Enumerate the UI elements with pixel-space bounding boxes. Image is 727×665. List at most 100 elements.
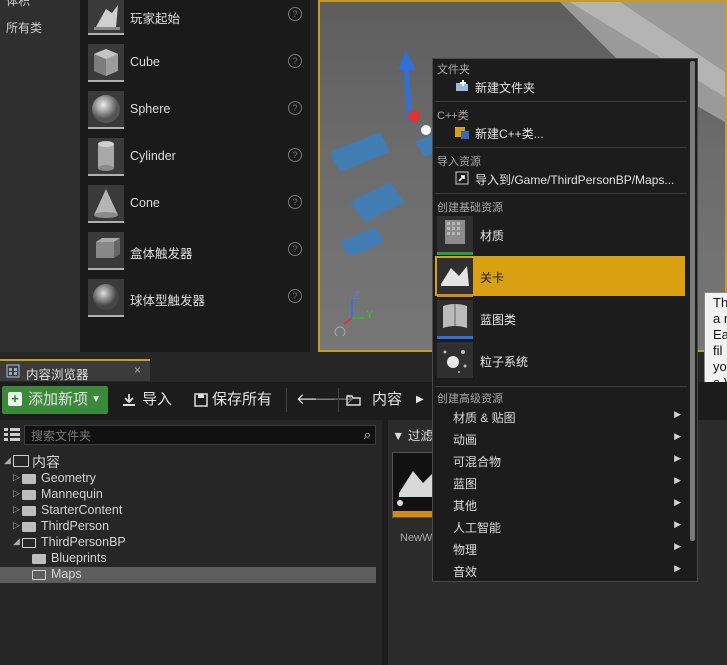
- menu-separator: [435, 386, 687, 387]
- expand-arrow-icon[interactable]: ◢: [4, 455, 11, 466]
- content-browser-icon: [6, 364, 20, 378]
- asset-type-bar: [393, 511, 437, 517]
- folder-search-input[interactable]: [29, 427, 353, 445]
- level-icon: [437, 258, 473, 297]
- panel-splitter[interactable]: [310, 0, 318, 352]
- collapse-arrow-icon[interactable]: ▷: [13, 472, 20, 483]
- folder-search-box: ⌕: [24, 425, 376, 445]
- sphere-trigger-icon: [88, 279, 124, 317]
- actor-item-cube[interactable]: Cube ?: [86, 42, 308, 86]
- tree-item-thirdpersonbp[interactable]: ◢ ThirdPersonBP: [0, 535, 376, 551]
- collapse-arrow-icon[interactable]: ▷: [13, 504, 20, 515]
- folder-icon: [32, 554, 46, 564]
- particle-system-icon: [437, 342, 473, 378]
- help-icon[interactable]: ?: [288, 195, 302, 209]
- path-root-button[interactable]: 内容 ▶: [344, 386, 434, 414]
- submenu-artificial-intelligence[interactable]: 人工智能 ▶: [435, 515, 687, 537]
- menu-item-particle-system[interactable]: 粒子系统: [435, 340, 685, 380]
- submenu-sounds[interactable]: 音效 ▶: [435, 559, 687, 581]
- actor-list: 玩家起始 ? Cube ? Sphere ? Cylinder ? Cone ?…: [80, 0, 310, 352]
- submenu-arrow-icon: ▶: [674, 453, 681, 463]
- import-icon: [123, 394, 135, 406]
- tree-item-blueprints[interactable]: Blueprints: [0, 551, 376, 567]
- folder-open-icon: [32, 570, 46, 580]
- sources-toggle-icon[interactable]: [4, 428, 20, 442]
- tab-content-browser[interactable]: 内容浏览器 ×: [0, 359, 150, 382]
- save-all-button[interactable]: 保存所有: [192, 386, 282, 414]
- submenu-arrow-icon: ▶: [674, 519, 681, 529]
- tree-item-mannequin[interactable]: ▷ Mannequin: [0, 487, 376, 503]
- menu-item-import-to[interactable]: 导入到/Game/ThirdPersonBP/Maps...: [435, 167, 687, 189]
- tree-item-startercontent[interactable]: ▷ StarterContent: [0, 503, 376, 519]
- collapse-arrow-icon[interactable]: ▷: [13, 520, 20, 531]
- import-button[interactable]: 导入: [120, 386, 180, 414]
- category-all-classes[interactable]: 所有类: [6, 19, 42, 36]
- submenu-animation[interactable]: 动画 ▶: [435, 427, 687, 449]
- folder-open-icon: [22, 538, 36, 548]
- submenu-miscellaneous[interactable]: 其他 ▶: [435, 493, 687, 515]
- folder-icon: [22, 474, 36, 484]
- help-icon[interactable]: ?: [288, 54, 302, 68]
- new-folder-icon: [456, 80, 468, 91]
- axis-gizmo: Z Y: [332, 290, 374, 338]
- section-header-advanced-assets: 创建高级资源: [437, 393, 503, 405]
- caret-down-icon: ▼: [91, 394, 101, 405]
- category-volumes[interactable]: 体积: [6, 0, 30, 9]
- save-icon: [194, 393, 208, 407]
- tooltip-line: Th: [713, 295, 727, 310]
- actor-item-player-start[interactable]: 玩家起始 ?: [86, 0, 308, 39]
- submenu-arrow-icon: ▶: [674, 475, 681, 485]
- toolbar-divider: [286, 388, 287, 412]
- collapse-arrow-icon[interactable]: ▷: [13, 488, 20, 499]
- category-column: 体积 所有类: [0, 0, 80, 352]
- submenu-blendables[interactable]: 可混合物 ▶: [435, 449, 687, 471]
- submenu-arrow-icon: ▶: [674, 563, 681, 573]
- axis-z-label: Z: [353, 290, 360, 302]
- help-icon[interactable]: ?: [288, 101, 302, 115]
- tooltip-line: Ea: [713, 327, 727, 342]
- tree-item-content[interactable]: ◢ 内容: [0, 452, 376, 470]
- help-icon[interactable]: ?: [288, 289, 302, 303]
- menu-item-new-folder[interactable]: 新建文件夹: [435, 75, 687, 97]
- menu-separator: [435, 193, 687, 194]
- tree-item-thirdperson[interactable]: ▷ ThirdPerson: [0, 519, 376, 535]
- folder-icon: [22, 522, 36, 532]
- menu-item-material[interactable]: 材质: [435, 214, 685, 255]
- help-icon[interactable]: ?: [288, 242, 302, 256]
- import-arrow-icon: [455, 171, 469, 185]
- tooltip-line: a n: [713, 311, 727, 326]
- help-icon[interactable]: ?: [288, 148, 302, 162]
- actor-item-sphere[interactable]: Sphere ?: [86, 89, 308, 133]
- menu-scrollbar[interactable]: [690, 61, 695, 541]
- menu-item-new-cpp-class[interactable]: 新建C++类...: [435, 121, 687, 143]
- menu-item-blueprint-class[interactable]: 蓝图类: [435, 298, 685, 339]
- chevron-right-icon[interactable]: ▶: [416, 386, 424, 414]
- tree-item-maps[interactable]: Maps: [0, 567, 376, 583]
- menu-item-level[interactable]: 关卡: [435, 256, 685, 297]
- actor-item-box-trigger[interactable]: 盒体触发器 ?: [86, 230, 308, 274]
- blueprint-class-icon: [437, 300, 473, 339]
- actor-item-cylinder[interactable]: Cylinder ?: [86, 136, 308, 180]
- submenu-materials-textures[interactable]: 材质 & 贴图 ▶: [435, 405, 687, 427]
- folder-open-icon: [346, 395, 361, 406]
- context-menu: 文件夹 新建文件夹 C++类 新建C++类... 导入资源 导入到/Game/T…: [432, 58, 698, 582]
- tree-item-geometry[interactable]: ▷ Geometry: [0, 471, 376, 487]
- submenu-physics[interactable]: 物理 ▶: [435, 537, 687, 559]
- submenu-arrow-icon: ▶: [674, 431, 681, 441]
- submenu-arrow-icon: ▶: [674, 541, 681, 551]
- submenu-arrow-icon: ▶: [674, 497, 681, 507]
- submenu-blueprints[interactable]: 蓝图 ▶: [435, 471, 687, 493]
- search-icon[interactable]: ⌕: [364, 427, 371, 443]
- actor-item-sphere-trigger[interactable]: 球体型触发器 ?: [86, 277, 308, 321]
- material-icon: [437, 216, 473, 255]
- folder-icon: [22, 506, 36, 516]
- cylinder-icon: [88, 138, 124, 176]
- tooltip-line: yo: [713, 359, 727, 374]
- expand-arrow-icon[interactable]: ◢: [13, 536, 20, 547]
- actor-item-cone[interactable]: Cone ?: [86, 183, 308, 227]
- add-new-button[interactable]: + 添加新项 ▼: [2, 386, 108, 414]
- axis-y-label: Y: [366, 309, 374, 321]
- folder-open-icon: [13, 455, 29, 467]
- help-icon[interactable]: ?: [288, 7, 302, 21]
- close-icon[interactable]: ×: [134, 363, 141, 377]
